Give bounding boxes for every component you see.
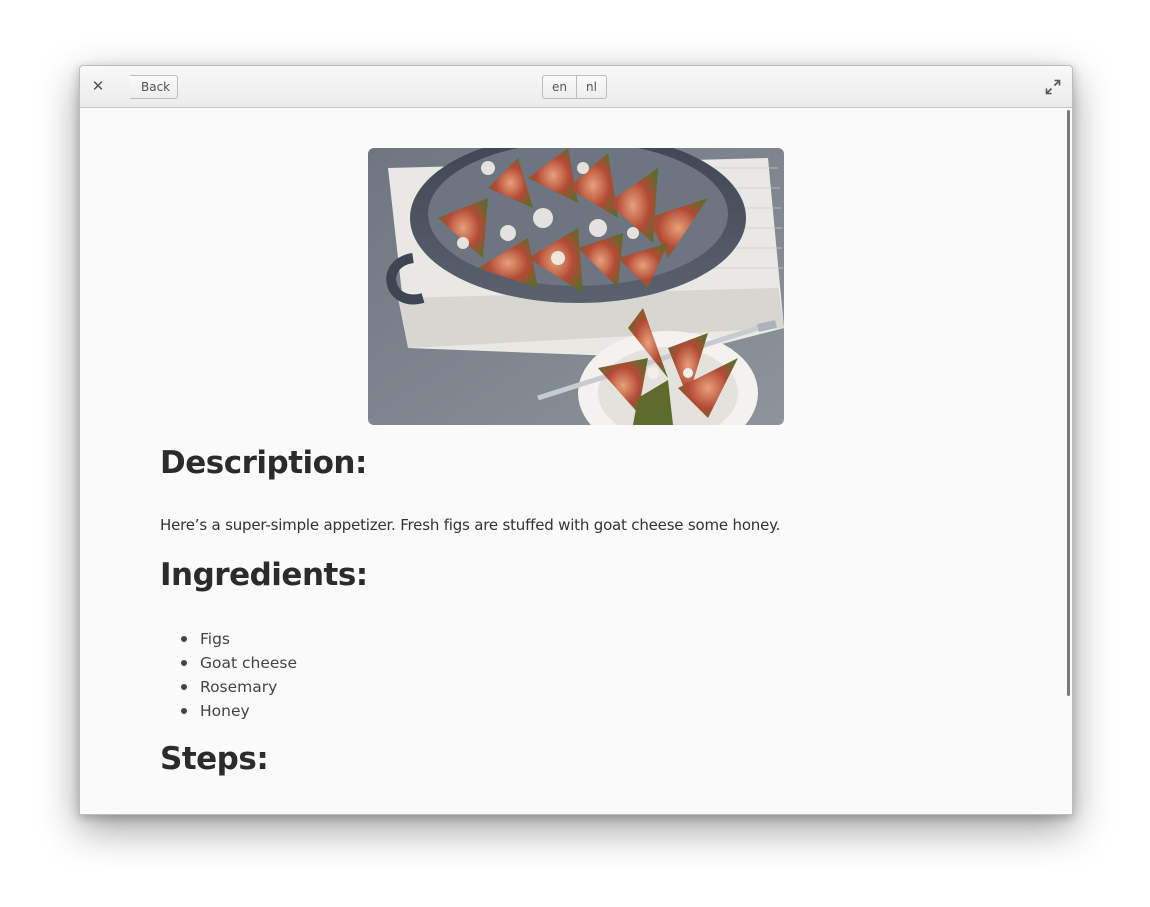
language-nl-button[interactable]: nl — [576, 76, 606, 98]
language-en-button[interactable]: en — [543, 76, 576, 98]
steps-heading: Steps: — [160, 741, 269, 777]
bullet-icon — [181, 684, 187, 690]
list-item: Figs — [160, 627, 297, 651]
app-window: ✕ Back en nl Description: Here’s a super… — [79, 65, 1073, 815]
back-button[interactable]: Back — [130, 75, 179, 99]
close-icon[interactable]: ✕ — [89, 77, 107, 95]
recipe-content: Description: Here’s a super-simple appet… — [80, 108, 1072, 814]
list-item: Goat cheese — [160, 651, 297, 675]
bullet-icon — [181, 708, 187, 714]
bullet-icon — [181, 660, 187, 666]
list-item: Rosemary — [160, 675, 297, 699]
ingredients-list: Figs Goat cheese Rosemary Honey — [160, 627, 297, 723]
back-button-label: Back — [141, 80, 171, 94]
recipe-photo — [368, 148, 784, 425]
description-text: Here’s a super-simple appetizer. Fresh f… — [160, 516, 781, 534]
ingredient-label: Figs — [200, 630, 231, 648]
vertical-scrollbar[interactable] — [1067, 110, 1070, 696]
header-bar: ✕ Back en nl — [80, 66, 1072, 108]
ingredients-heading: Ingredients: — [160, 557, 368, 593]
language-switcher: en nl — [542, 75, 607, 99]
description-heading: Description: — [160, 445, 367, 481]
bullet-icon — [181, 636, 187, 642]
ingredient-label: Rosemary — [200, 678, 278, 696]
list-item: Honey — [160, 699, 297, 723]
ingredient-label: Goat cheese — [200, 654, 298, 672]
fullscreen-expand-icon[interactable] — [1045, 79, 1061, 95]
ingredient-label: Honey — [200, 702, 250, 720]
